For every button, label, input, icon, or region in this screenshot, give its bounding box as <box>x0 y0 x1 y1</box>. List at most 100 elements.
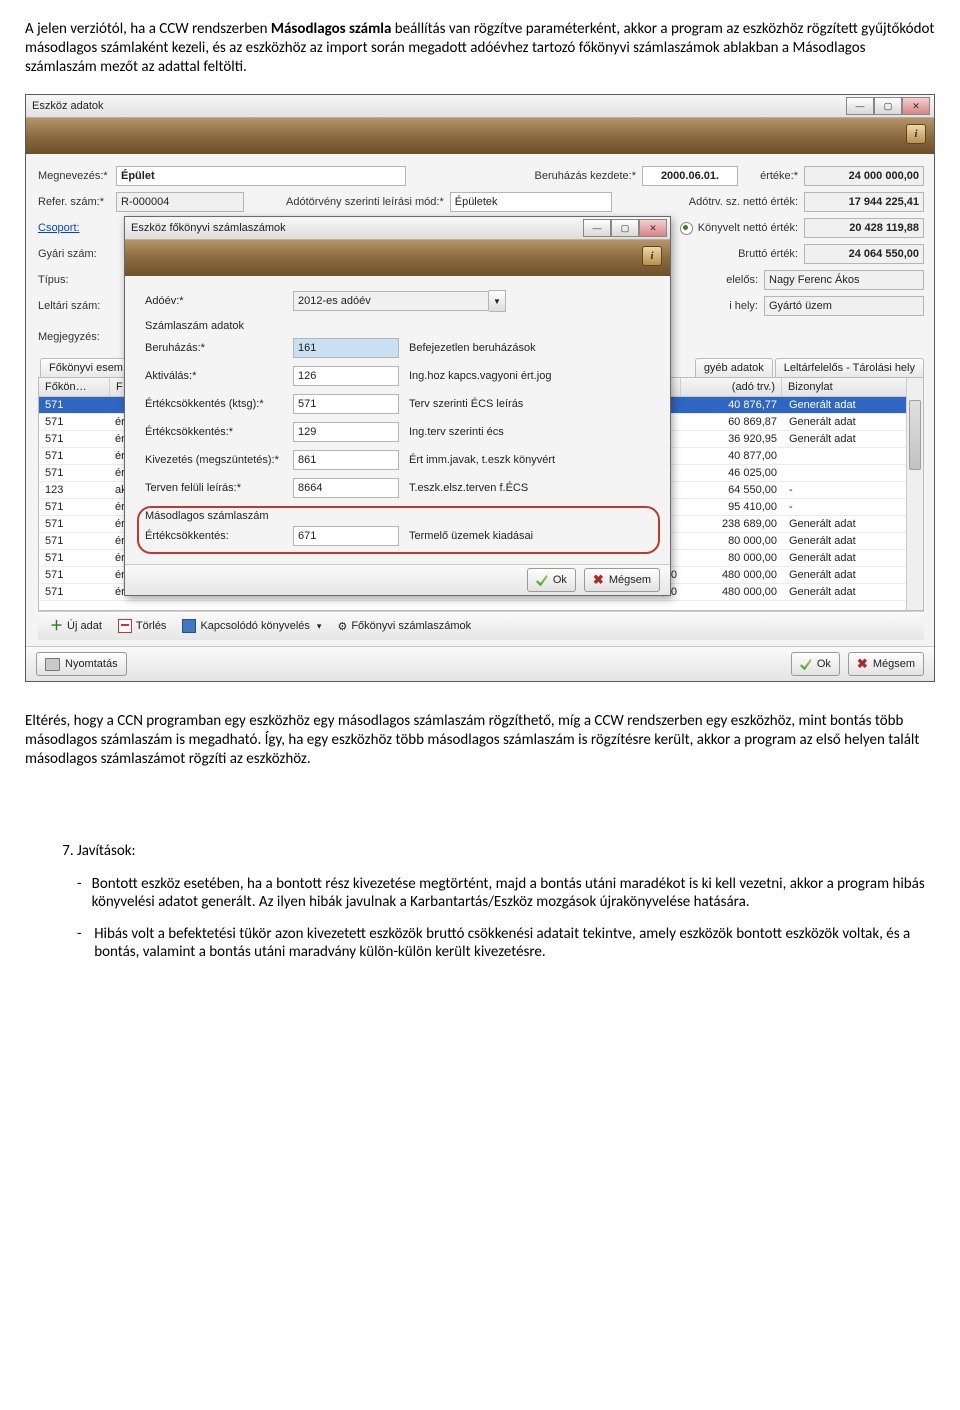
info-icon[interactable]: i <box>642 246 662 266</box>
form-row: Kivezetés (megszüntetés):*861 Ért imm.jav… <box>145 450 654 470</box>
delete-button[interactable]: Törlés <box>114 617 171 635</box>
section-label: Másodlagos számlaszám <box>145 510 293 522</box>
label-adotrv: Adótrv. sz. nettó érték: <box>689 196 798 208</box>
scrollbar-thumb[interactable] <box>909 400 921 470</box>
text-bold: Másodlagos számla <box>271 20 391 38</box>
list-item: Javítások: <box>77 842 935 860</box>
label-gyari: Gyári szám: <box>38 248 116 260</box>
input-brutto: 24 064 550,00 <box>804 244 924 264</box>
input-adomod[interactable]: Épületek <box>450 192 612 212</box>
desc: Terv szerinti ÉCS leírás <box>409 398 523 410</box>
x-icon: ✖ <box>593 574 604 586</box>
close-button[interactable]: ✕ <box>639 219 667 237</box>
footer-bar: Nyomtatás Ok ✖Mégsem <box>26 646 934 681</box>
label-adomod: Adótörvény szerinti leírási mód:* <box>286 196 444 208</box>
label: Aktiválás:* <box>145 370 293 382</box>
input-adotrv: 17 944 225,41 <box>804 192 924 212</box>
label: Kivezetés (megszüntetés):* <box>145 454 293 466</box>
window-title: Eszköz adatok <box>32 100 104 112</box>
label-megnevezes: Megnevezés:* <box>38 170 116 182</box>
chevron-down-icon[interactable]: ▼ <box>489 290 506 312</box>
list-item: -Bontott eszköz esetében, ha a bontott r… <box>77 875 935 911</box>
label-erteke: értéke:* <box>746 170 798 182</box>
label-tipus: Típus: <box>38 274 116 286</box>
check-icon <box>800 658 812 670</box>
highlight-circle: Másodlagos számlaszám Értékcsökkentés: 6… <box>137 506 660 554</box>
desc: Ért imm.javak, t.eszk könyvért <box>409 454 555 466</box>
input-account[interactable]: 8664 <box>293 478 399 498</box>
tab-egyeb-adatok[interactable]: gyéb adatok <box>695 358 773 377</box>
table-toolbar: ＋Új adat Törlés Kapcsolódó könyvelés ⚙Fő… <box>38 611 924 640</box>
input-account[interactable]: 126 <box>293 366 399 386</box>
new-button[interactable]: ＋Új adat <box>46 618 106 634</box>
minimize-button[interactable]: — <box>583 219 611 237</box>
cancel-button[interactable]: ✖Mégsem <box>584 568 660 592</box>
maximize-button[interactable]: ▢ <box>874 97 902 115</box>
dropdown-value: 2012-es adóév <box>293 291 489 311</box>
minimize-button[interactable]: — <box>846 97 874 115</box>
input-megnevezes[interactable]: Épület <box>116 166 406 186</box>
label-felelos: elelős: <box>726 274 758 286</box>
ordered-list: Javítások: <box>25 842 935 860</box>
header-gold-bar: i <box>26 118 934 154</box>
input-account[interactable]: 161 <box>293 338 399 358</box>
label-konyv: Könyvelt nettó érték: <box>698 222 798 234</box>
dialog-button-bar: Ok ✖Mégsem <box>125 564 670 595</box>
label-adoev: Adóév:* <box>145 295 293 307</box>
input-refer: R-000004 <box>116 192 244 212</box>
ok-button[interactable]: Ok <box>791 652 840 676</box>
label-refer: Refer. szám:* <box>38 196 116 208</box>
label-ihely: i hely: <box>729 300 758 312</box>
label-masodlagos-ecs: Értékcsökkentés: <box>145 530 293 542</box>
th[interactable]: Főkön… <box>39 378 110 396</box>
ok-button[interactable]: Ok <box>527 568 576 592</box>
label-brutto: Bruttó érték: <box>738 248 798 260</box>
titlebar: Eszköz főkönyvi számlaszámok — ▢ ✕ <box>125 217 670 240</box>
tab-leltarfelelos[interactable]: Leltárfelelős - Tárolási hely <box>775 358 924 377</box>
accounts-button[interactable]: ⚙Főkönyvi számlaszámok <box>333 618 475 635</box>
x-icon: ✖ <box>857 658 868 670</box>
input-masodlagos-ecs[interactable]: 671 <box>293 526 399 546</box>
dropdown-adoev[interactable]: 2012-es adóév ▼ <box>293 290 506 312</box>
scrollbar[interactable] <box>906 378 923 610</box>
cancel-button[interactable]: ✖Mégsem <box>848 652 924 676</box>
desc: Ing.terv szerinti écs <box>409 426 504 438</box>
th[interactable]: (adó trv.) <box>681 378 782 396</box>
input-felelos: Nagy Ferenc Ákos <box>764 270 924 290</box>
section-label: Számlaszám adatok <box>145 320 293 332</box>
input-konyv: 20 428 119,88 <box>804 218 924 238</box>
form-row: Értékcsökkentés:*129Ing.terv szerinti éc… <box>145 422 654 442</box>
label-megjegyzes: Megjegyzés: <box>38 331 116 343</box>
input-account[interactable]: 861 <box>293 450 399 470</box>
body-paragraph: Eltérés, hogy a CCN programban egy eszkö… <box>25 712 935 768</box>
label-leltari: Leltári szám: <box>38 300 116 312</box>
print-icon <box>45 658 60 671</box>
desc: T.eszk.elsz.terven f.ÉCS <box>409 482 528 494</box>
link-csoport[interactable]: Csoport: <box>38 222 116 234</box>
form-row: Értékcsökkentés (ktsg):*571 Terv szerinti… <box>145 394 654 414</box>
input-account[interactable]: 571 <box>293 394 399 414</box>
list-item: -Hibás volt a befektetési tükör azon kiv… <box>77 925 935 961</box>
window-fokonyvi-szamlaszamok: Eszköz főkönyvi számlaszámok — ▢ ✕ i Adó… <box>124 216 671 596</box>
desc: Termelő üzemek kiadásai <box>409 530 533 542</box>
related-booking-button[interactable]: Kapcsolódó könyvelés <box>178 617 325 635</box>
close-button[interactable]: ✕ <box>902 97 930 115</box>
dash-list: -Bontott eszköz esetében, ha a bontott r… <box>25 875 935 961</box>
info-icon[interactable]: i <box>906 124 926 144</box>
titlebar: Eszköz adatok — ▢ ✕ <box>26 95 934 118</box>
maximize-button[interactable]: ▢ <box>611 219 639 237</box>
form-row: Aktiválás:*126 Ing.hoz kapcs.vagyoni ért.… <box>145 366 654 386</box>
input-beruh-kezdete[interactable]: 2000.06.01. <box>642 166 738 186</box>
print-button[interactable]: Nyomtatás <box>36 652 127 676</box>
tab-fokonyvi-esemenyek[interactable]: Főkönyvi esem <box>40 358 132 377</box>
header-gold-bar: i <box>125 240 670 276</box>
desc: Ing.hoz kapcs.vagyoni ért.jog <box>409 370 551 382</box>
input-account[interactable]: 129 <box>293 422 399 442</box>
label: Terven felüli leírás:* <box>145 482 293 494</box>
radio-konyvelt[interactable] <box>680 222 693 235</box>
input-ihely: Gyártó üzem <box>764 296 924 316</box>
th[interactable]: Bizonylat <box>782 378 907 396</box>
label: Értékcsökkentés (ktsg):* <box>145 398 293 410</box>
input-erteke: 24 000 000,00 <box>804 166 924 186</box>
form-row: Terven felüli leírás:*8664 T.eszk.elsz.te… <box>145 478 654 498</box>
